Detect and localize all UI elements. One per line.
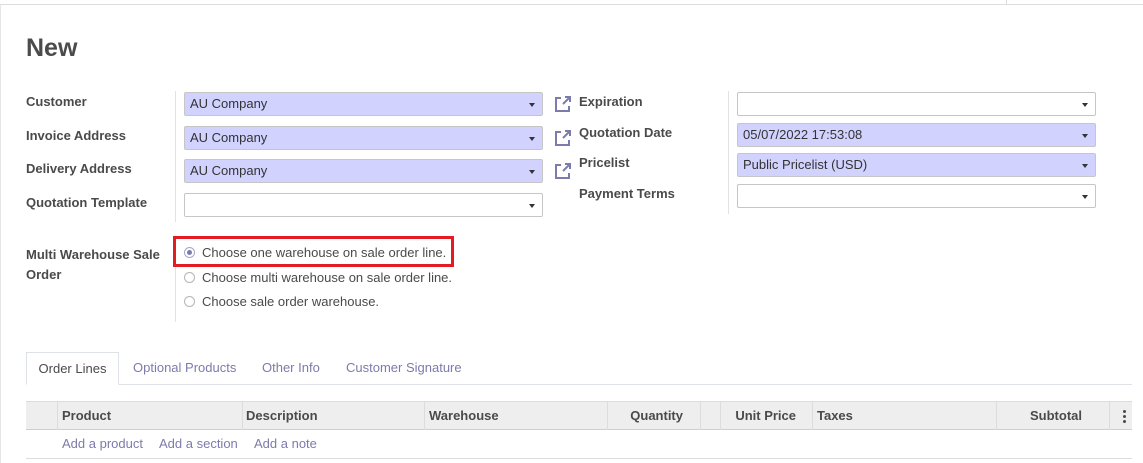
warehouse-option-order[interactable]: Choose sale order warehouse. [184, 292, 379, 310]
radio-button[interactable] [184, 295, 195, 307]
quotation-template-label: Quotation Template [26, 195, 148, 210]
column-quantity[interactable]: Quantity [612, 402, 683, 430]
column-taxes[interactable]: Taxes [817, 402, 853, 430]
multi-warehouse-label-line1: Multi Warehouse Sale [26, 247, 160, 262]
chevron-down-icon[interactable] [1082, 164, 1088, 168]
quotation-date-field[interactable]: 05/07/2022 17:53:08 [737, 123, 1096, 147]
annotation-highlight-box [173, 236, 454, 267]
quotation-date-label: Quotation Date [579, 125, 673, 140]
expiration-label: Expiration [579, 94, 643, 109]
external-link-icon[interactable] [553, 161, 573, 181]
chevron-down-icon[interactable] [529, 137, 535, 141]
invoice-address-field[interactable]: AU Company [184, 126, 543, 150]
pricelist-field[interactable]: Public Pricelist (USD) [737, 153, 1096, 177]
column-description[interactable]: Description [246, 402, 318, 430]
invoice-address-label: Invoice Address [26, 128, 126, 143]
tab-other-info[interactable]: Other Info [262, 352, 320, 385]
radio-button[interactable] [184, 271, 195, 283]
kebab-menu-icon[interactable] [1123, 410, 1126, 423]
column-subtotal[interactable]: Subtotal [1000, 402, 1082, 430]
column-unit-price[interactable]: Unit Price [724, 402, 796, 430]
column-warehouse[interactable]: Warehouse [429, 402, 499, 430]
tab-order-lines[interactable]: Order Lines [26, 352, 119, 385]
chevron-down-icon[interactable] [529, 170, 535, 174]
column-separator [175, 91, 176, 222]
column-separator [728, 91, 729, 214]
chevron-down-icon[interactable] [1082, 195, 1088, 199]
payment-terms-label: Payment Terms [579, 186, 675, 201]
chevron-down-icon[interactable] [1082, 103, 1088, 107]
table-row-divider [26, 458, 1132, 459]
customer-value: AU Company [190, 96, 268, 111]
invoice-address-value: AU Company [190, 130, 268, 145]
warehouse-option-multi[interactable]: Choose multi warehouse on sale order lin… [184, 268, 452, 286]
customer-field[interactable]: AU Company [184, 92, 543, 116]
quotation-template-field[interactable] [184, 193, 543, 217]
pricelist-value: Public Pricelist (USD) [743, 157, 868, 172]
expiration-field[interactable] [737, 92, 1096, 116]
control-panel-edge [0, 0, 1143, 5]
column-product[interactable]: Product [62, 402, 111, 430]
order-lines-table-header: Product Description Warehouse Quantity U… [26, 401, 1132, 430]
multi-warehouse-label-line2: Order [26, 267, 62, 282]
delivery-address-label: Delivery Address [26, 161, 132, 176]
quotation-date-value: 05/07/2022 17:53:08 [743, 127, 863, 142]
tab-customer-signature[interactable]: Customer Signature [346, 352, 462, 385]
chevron-down-icon[interactable] [529, 204, 535, 208]
add-section-link[interactable]: Add a section [159, 436, 238, 452]
chevron-down-icon[interactable] [529, 103, 535, 107]
delivery-address-value: AU Company [190, 163, 268, 178]
delivery-address-field[interactable]: AU Company [184, 159, 543, 183]
left-border [0, 0, 1, 463]
warehouse-option-label: Choose multi warehouse on sale order lin… [202, 269, 453, 285]
payment-terms-field[interactable] [737, 184, 1096, 208]
external-link-icon[interactable] [553, 128, 573, 148]
add-note-link[interactable]: Add a note [254, 436, 317, 452]
add-product-link[interactable]: Add a product [62, 436, 143, 452]
chevron-down-icon[interactable] [1082, 134, 1088, 138]
external-link-icon[interactable] [553, 94, 573, 114]
pricelist-label: Pricelist [579, 155, 630, 170]
warehouse-option-label: Choose sale order warehouse. [202, 293, 380, 309]
tab-optional-products[interactable]: Optional Products [133, 352, 236, 385]
multi-warehouse-label: Multi Warehouse Sale Order [26, 245, 160, 285]
page-title: New [26, 34, 78, 62]
customer-label: Customer [26, 94, 87, 109]
